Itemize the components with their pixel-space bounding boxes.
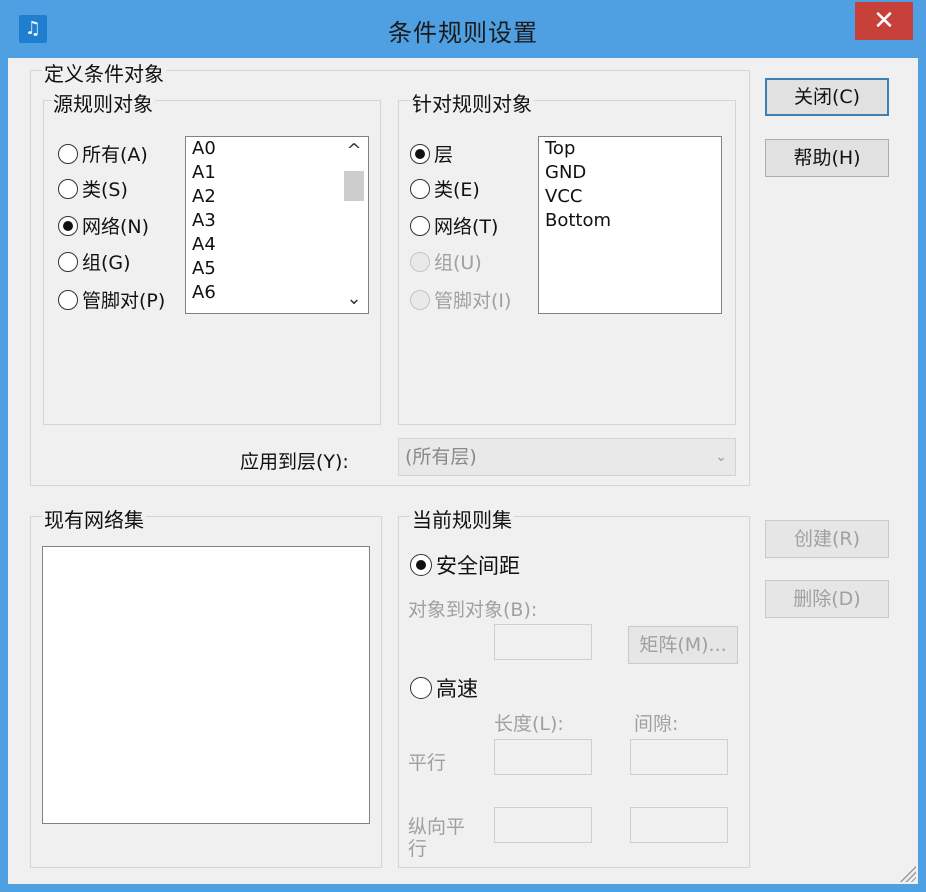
radio-dot <box>58 143 78 164</box>
tandem-length-field <box>494 807 592 843</box>
radio-target-group: 组(U) <box>410 248 482 275</box>
dialog-window: ♫ 条件规则设置 ✕ 定义条件对象 源规则对象 所有(A) 类(S) 网络(N)… <box>0 0 926 892</box>
delete-button: 删除(D) <box>765 580 889 618</box>
existing-nets-list[interactable] <box>42 546 370 824</box>
close-window-button[interactable]: ✕ <box>855 2 913 40</box>
current-rules-label: 当前规则集 <box>410 504 514 533</box>
matrix-button: 矩阵(M)... <box>628 626 738 664</box>
title-bar[interactable]: ♫ 条件规则设置 ✕ <box>0 0 926 58</box>
radio-clearance[interactable]: 安全间距 <box>410 550 520 580</box>
parallel-length-field <box>494 739 592 775</box>
radio-dot-selected <box>410 554 432 576</box>
radio-source-net[interactable]: 网络(N) <box>58 212 149 239</box>
radio-target-net[interactable]: 网络(T) <box>410 212 498 239</box>
close-button[interactable]: 关闭(C) <box>765 78 889 116</box>
radio-source-class[interactable]: 类(S) <box>58 175 128 202</box>
radio-dot <box>410 178 430 199</box>
radio-source-group[interactable]: 组(G) <box>58 248 131 275</box>
radio-dot <box>410 289 430 310</box>
target-objects-label: 针对规则对象 <box>410 88 534 117</box>
scroll-up-arrow-icon[interactable]: ^ <box>340 137 368 165</box>
length-label: 长度(L): <box>494 713 564 735</box>
radio-dot <box>58 178 78 199</box>
define-conditions-label: 定义条件对象 <box>42 58 166 87</box>
radio-source-pinpair[interactable]: 管脚对(P) <box>58 286 165 313</box>
apply-layer-label: 应用到层(Y): <box>240 451 349 473</box>
existing-nets-label: 现有网络集 <box>42 504 146 533</box>
source-objects-label: 源规则对象 <box>51 88 155 117</box>
radio-dot-selected <box>58 215 78 236</box>
chevron-down-icon: ⌄ <box>715 449 727 465</box>
gap-label: 间隙: <box>634 713 679 735</box>
list-item[interactable]: VCC <box>539 185 721 209</box>
help-button[interactable]: 帮助(H) <box>765 139 889 177</box>
scroll-down-arrow-icon[interactable]: ⌄ <box>340 285 368 313</box>
radio-dot <box>410 677 432 699</box>
list-item[interactable]: Bottom <box>539 209 721 233</box>
radio-target-class[interactable]: 类(E) <box>410 175 480 202</box>
radio-high-speed[interactable]: 高速 <box>410 673 478 703</box>
radio-target-pinpair: 管脚对(I) <box>410 286 511 313</box>
tandem-gap-field <box>630 807 728 843</box>
clearance-value-field <box>494 624 592 660</box>
window-title: 条件规则设置 <box>388 19 538 47</box>
apply-layer-select: (所有层) ⌄ <box>398 438 736 476</box>
scroll-thumb[interactable] <box>344 171 364 201</box>
list-item[interactable]: Top <box>539 137 721 161</box>
parallel-gap-field <box>630 739 728 775</box>
dialog-client-area: 定义条件对象 源规则对象 所有(A) 类(S) 网络(N) 组(G) 管脚对(P… <box>8 58 918 884</box>
list-item[interactable]: GND <box>539 161 721 185</box>
radio-source-all[interactable]: 所有(A) <box>58 140 148 167</box>
source-net-list[interactable]: A0 A1 A2 A3 A4 A5 A6 ^ ⌄ <box>185 136 369 314</box>
create-button: 创建(R) <box>765 520 889 558</box>
list-scrollbar[interactable]: ^ ⌄ <box>340 137 368 313</box>
radio-dot <box>58 251 78 272</box>
target-layer-list[interactable]: Top GND VCC Bottom <box>538 136 722 314</box>
radio-dot <box>410 215 430 236</box>
tandem-label-line2: 行 <box>408 838 428 860</box>
radio-dot <box>410 251 430 272</box>
radio-target-layer[interactable]: 层 <box>410 140 453 167</box>
object-to-object-label: 对象到对象(B): <box>408 599 538 621</box>
radio-dot <box>58 289 78 310</box>
apply-layer-value: (所有层) <box>405 446 477 468</box>
resize-grip-icon[interactable] <box>898 864 916 882</box>
parallel-label: 平行 <box>408 752 447 774</box>
radio-dot-selected <box>410 143 430 164</box>
